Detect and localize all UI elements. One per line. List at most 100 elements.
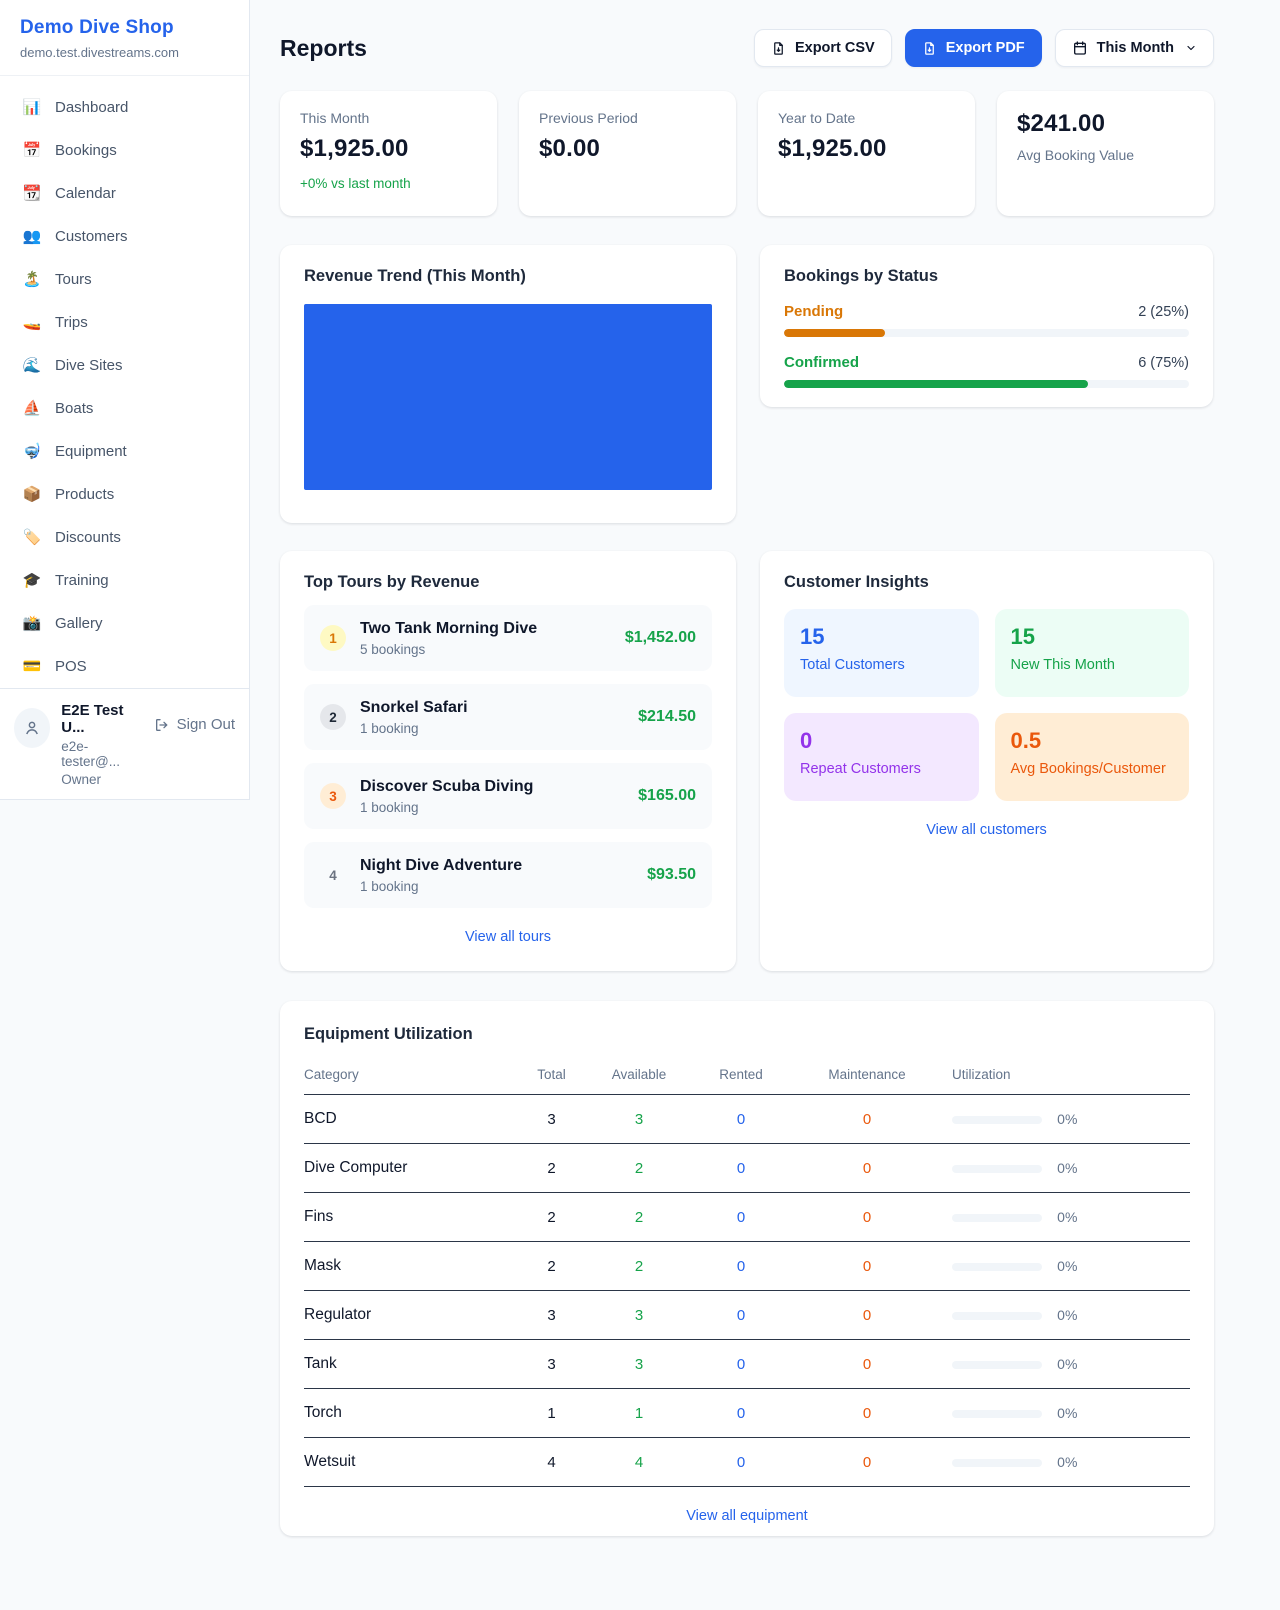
table-row: Torch 1 1 0 0 0% xyxy=(304,1389,1190,1438)
col-rented: Rented xyxy=(679,1057,803,1095)
sidebar-item-bookings[interactable]: 📅 Bookings xyxy=(12,133,237,167)
sidebar-item-label: Equipment xyxy=(55,443,127,460)
status-bar-track xyxy=(784,380,1189,388)
insight-value: 15 xyxy=(1011,624,1174,650)
cell-total: 3 xyxy=(504,1291,599,1340)
sign-out-icon xyxy=(154,717,170,733)
nav-icon: 📸 xyxy=(22,614,42,632)
utilization-percent: 0% xyxy=(1057,1112,1077,1128)
sidebar-item-customers[interactable]: 👥 Customers xyxy=(12,219,237,253)
file-download-icon xyxy=(922,41,937,56)
equipment-utilization-card: Equipment Utilization Category Total Ava… xyxy=(280,1001,1214,1536)
view-all-tours-link[interactable]: View all tours xyxy=(304,929,712,945)
user-email: e2e-tester@... xyxy=(61,739,142,769)
utilization-bar-track xyxy=(952,1312,1042,1320)
cell-available: 2 xyxy=(599,1193,679,1242)
cell-utilization: 0% xyxy=(931,1193,1190,1242)
cell-available: 2 xyxy=(599,1242,679,1291)
stat-card-avg-booking-value: $241.00 Avg Booking Value xyxy=(997,91,1214,216)
nav-icon: 📅 xyxy=(22,141,42,159)
sidebar-item-trips[interactable]: 🚤 Trips xyxy=(12,305,237,339)
sidebar-item-equipment[interactable]: 🤿 Equipment xyxy=(12,434,237,468)
tour-revenue: $165.00 xyxy=(638,787,696,805)
status-row: Confirmed 6 (75%) xyxy=(784,354,1189,388)
tour-name: Two Tank Morning Dive xyxy=(360,620,537,638)
header-actions: Export CSV Export PDF This Month xyxy=(754,29,1214,67)
sidebar-item-training[interactable]: 🎓 Training xyxy=(12,563,237,597)
cell-category: Dive Computer xyxy=(304,1144,504,1193)
sign-out-button[interactable]: Sign Out xyxy=(154,716,235,733)
insight-tile: 15 New This Month xyxy=(995,609,1190,697)
sidebar-item-calendar[interactable]: 📆 Calendar xyxy=(12,176,237,210)
utilization-percent: 0% xyxy=(1057,1308,1077,1324)
cell-available: 3 xyxy=(599,1340,679,1389)
utilization-percent: 0% xyxy=(1057,1357,1077,1373)
view-all-equipment-link[interactable]: View all equipment xyxy=(304,1508,1190,1524)
insight-label: Repeat Customers xyxy=(800,761,963,777)
export-pdf-button[interactable]: Export PDF xyxy=(905,29,1042,67)
stat-value: $241.00 xyxy=(1017,110,1194,138)
utilization-bar-track xyxy=(952,1214,1042,1222)
cell-utilization: 0% xyxy=(931,1389,1190,1438)
sidebar-item-dive-sites[interactable]: 🌊 Dive Sites xyxy=(12,348,237,382)
sidebar-item-discounts[interactable]: 🏷️ Discounts xyxy=(12,520,237,554)
sidebar-item-pos[interactable]: 💳 POS xyxy=(12,649,237,683)
nav-icon: 💳 xyxy=(22,657,42,675)
rank-badge: 2 xyxy=(320,704,346,730)
stat-delta: +0% vs last month xyxy=(300,176,477,191)
cell-rented: 0 xyxy=(679,1340,803,1389)
table-row: Mask 2 2 0 0 0% xyxy=(304,1242,1190,1291)
table-row: BCD 3 3 0 0 0% xyxy=(304,1095,1190,1144)
cell-category: Torch xyxy=(304,1389,504,1438)
export-csv-button[interactable]: Export CSV xyxy=(754,29,892,67)
view-all-customers-link[interactable]: View all customers xyxy=(784,822,1189,838)
sign-out-label: Sign Out xyxy=(177,716,235,733)
cell-total: 2 xyxy=(504,1144,599,1193)
cell-available: 1 xyxy=(599,1389,679,1438)
equipment-table: Category Total Available Rented Maintena… xyxy=(304,1057,1190,1487)
nav-icon: 🎓 xyxy=(22,571,42,589)
cell-utilization: 0% xyxy=(931,1340,1190,1389)
stat-label: Previous Period xyxy=(539,110,716,126)
sidebar-item-boats[interactable]: ⛵ Boats xyxy=(12,391,237,425)
chevron-down-icon xyxy=(1185,42,1197,54)
tour-row: 4 Night Dive Adventure 1 booking $93.50 xyxy=(304,842,712,908)
equipment-table-header: Category Total Available Rented Maintena… xyxy=(304,1057,1190,1095)
shop-name: Demo Dive Shop xyxy=(20,17,229,39)
table-row: Wetsuit 4 4 0 0 0% xyxy=(304,1438,1190,1487)
sidebar-item-gallery[interactable]: 📸 Gallery xyxy=(12,606,237,640)
stat-card-this-month: This Month $1,925.00 +0% vs last month xyxy=(280,91,497,216)
sidebar-item-products[interactable]: 📦 Products xyxy=(12,477,237,511)
cell-category: BCD xyxy=(304,1095,504,1144)
nav-icon: 🤿 xyxy=(22,442,42,460)
rank-badge: 3 xyxy=(320,783,346,809)
cell-maintenance: 0 xyxy=(803,1242,931,1291)
cell-rented: 0 xyxy=(679,1438,803,1487)
page-header: Reports Export CSV Export PDF xyxy=(280,29,1214,67)
nav-icon: ⛵ xyxy=(22,399,42,417)
main-content: Reports Export CSV Export PDF xyxy=(250,0,1280,1536)
cell-available: 4 xyxy=(599,1438,679,1487)
avatar xyxy=(14,708,50,748)
revenue-trend-bar-chart xyxy=(304,304,712,490)
user-role: Owner xyxy=(61,772,142,787)
sidebar-item-label: Boats xyxy=(55,400,93,417)
table-row: Fins 2 2 0 0 0% xyxy=(304,1193,1190,1242)
sidebar-nav: 📊 Dashboard 📅 Bookings 📆 Calendar 👥 Cust… xyxy=(0,76,249,698)
cell-total: 2 xyxy=(504,1242,599,1291)
period-dropdown[interactable]: This Month xyxy=(1055,29,1214,67)
page-title: Reports xyxy=(280,35,367,62)
status-label: Confirmed xyxy=(784,354,859,371)
sidebar-item-tours[interactable]: 🏝️ Tours xyxy=(12,262,237,296)
stat-value: $1,925.00 xyxy=(300,135,477,163)
tour-info: Two Tank Morning Dive 5 bookings xyxy=(360,620,537,657)
utilization-percent: 0% xyxy=(1057,1406,1077,1422)
export-pdf-label: Export PDF xyxy=(946,40,1025,56)
stat-label: Year to Date xyxy=(778,110,955,126)
tour-row: 1 Two Tank Morning Dive 5 bookings $1,45… xyxy=(304,605,712,671)
insight-label: Avg Bookings/Customer xyxy=(1011,761,1174,777)
sidebar-item-dashboard[interactable]: 📊 Dashboard xyxy=(12,90,237,124)
sidebar-header: Demo Dive Shop demo.test.divestreams.com xyxy=(0,0,249,76)
cell-category: Fins xyxy=(304,1193,504,1242)
insights-row: Top Tours by Revenue 1 Two Tank Morning … xyxy=(280,551,1214,971)
